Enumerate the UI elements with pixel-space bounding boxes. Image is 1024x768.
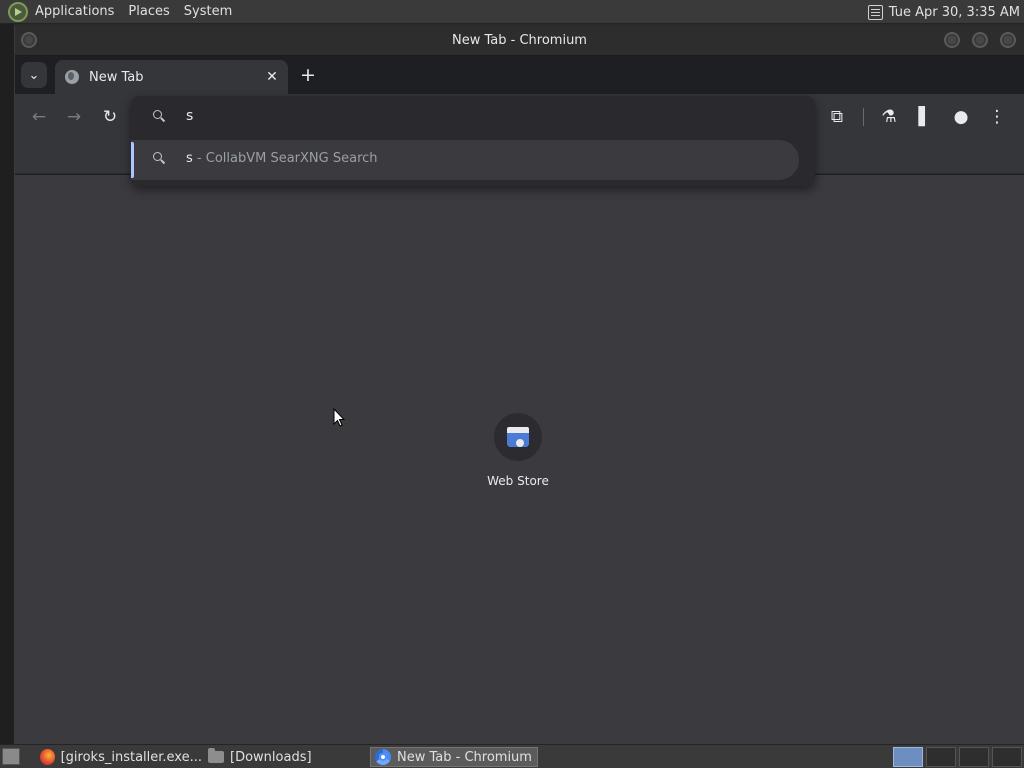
- search-icon: [153, 110, 166, 123]
- bottom-taskbar: [giroks_installer.exe... [Downloads] New…: [0, 744, 1024, 768]
- menu-places[interactable]: Places: [121, 4, 176, 19]
- suggestion-text: s - CollabVM SearXNG Search: [186, 151, 378, 166]
- tab-search-button[interactable]: ⌄: [21, 62, 47, 88]
- suggestion-description: - CollabVM SearXNG Search: [192, 151, 378, 166]
- top-menu: Applications Places System: [28, 0, 239, 23]
- omnibox-popup: s - CollabVM SearXNG Search: [131, 96, 815, 186]
- new-tab-button[interactable]: +: [297, 64, 319, 86]
- folder-icon: [208, 748, 224, 763]
- tab-title: New Tab: [89, 69, 144, 85]
- shortcut-label: Web Store: [487, 474, 549, 488]
- omnibox-suggestion[interactable]: s - CollabVM SearXNG Search: [131, 140, 799, 180]
- chevron-down-icon: ⌄: [28, 67, 40, 83]
- minimize-button[interactable]: [944, 32, 960, 48]
- shortcut-tile[interactable]: [494, 413, 542, 461]
- search-icon: [153, 152, 166, 165]
- task-label: [Downloads]: [230, 749, 312, 765]
- extensions-button[interactable]: ⧉: [827, 107, 847, 127]
- chromium-icon: [375, 749, 391, 765]
- clock[interactable]: Tue Apr 30, 3:35 AM: [867, 0, 1020, 24]
- omnibox-input[interactable]: [186, 108, 786, 124]
- reload-button[interactable]: ↻: [100, 107, 120, 127]
- workspace-3[interactable]: [959, 747, 989, 767]
- workspace-4[interactable]: [992, 747, 1022, 767]
- tab-new-tab[interactable]: New Tab ✕: [55, 60, 288, 94]
- suggestion-query: s: [186, 151, 193, 166]
- browser-window: New Tab - Chromium ⌄ New Tab ✕ + ← → ↻ ⧉…: [14, 26, 1024, 744]
- task-chromium[interactable]: New Tab - Chromium: [370, 747, 538, 767]
- close-window-button[interactable]: [1000, 32, 1016, 48]
- distro-logo-icon[interactable]: [8, 1, 28, 22]
- window-title: New Tab - Chromium: [452, 33, 587, 48]
- globe-icon: [65, 70, 79, 84]
- menu-applications[interactable]: Applications: [28, 4, 121, 19]
- main-menu-button[interactable]: ⋮: [987, 107, 1007, 127]
- new-tab-page: Web Store: [15, 175, 1024, 744]
- firefox-icon: [40, 749, 55, 765]
- window-menu-button[interactable]: [21, 32, 37, 48]
- toolbar-divider: [863, 108, 864, 126]
- task-label: [giroks_installer.exe...: [60, 749, 202, 765]
- top-panel: Applications Places System Tue Apr 30, 3…: [0, 0, 1024, 24]
- omnibox-input-row[interactable]: [131, 96, 815, 138]
- clock-text: Tue Apr 30, 3:35 AM: [888, 4, 1020, 20]
- labs-button[interactable]: ⚗: [879, 107, 899, 127]
- task-downloads[interactable]: [Downloads]: [204, 747, 364, 767]
- menu-system[interactable]: System: [177, 4, 239, 19]
- side-panel-button[interactable]: ▌: [915, 107, 935, 127]
- show-desktop-button[interactable]: [2, 748, 20, 765]
- workspace-1[interactable]: [893, 747, 923, 767]
- window-titlebar[interactable]: New Tab - Chromium: [15, 26, 1024, 56]
- forward-button[interactable]: →: [64, 107, 84, 127]
- workspace-2[interactable]: [926, 747, 956, 767]
- maximize-button[interactable]: [972, 32, 988, 48]
- task-firefox[interactable]: [giroks_installer.exe...: [36, 747, 202, 767]
- shortcut-web-store[interactable]: Web Store: [475, 413, 561, 488]
- task-label: New Tab - Chromium: [397, 749, 532, 765]
- back-button[interactable]: ←: [29, 107, 49, 127]
- tab-close-button[interactable]: ✕: [264, 69, 280, 85]
- selection-indicator: [131, 142, 134, 178]
- webstore-icon: [507, 427, 529, 447]
- desktop-edge: [0, 24, 14, 744]
- tab-strip: ⌄ New Tab ✕ +: [15, 56, 1024, 94]
- calendar-icon: [867, 4, 883, 20]
- profile-button[interactable]: ●: [951, 107, 971, 127]
